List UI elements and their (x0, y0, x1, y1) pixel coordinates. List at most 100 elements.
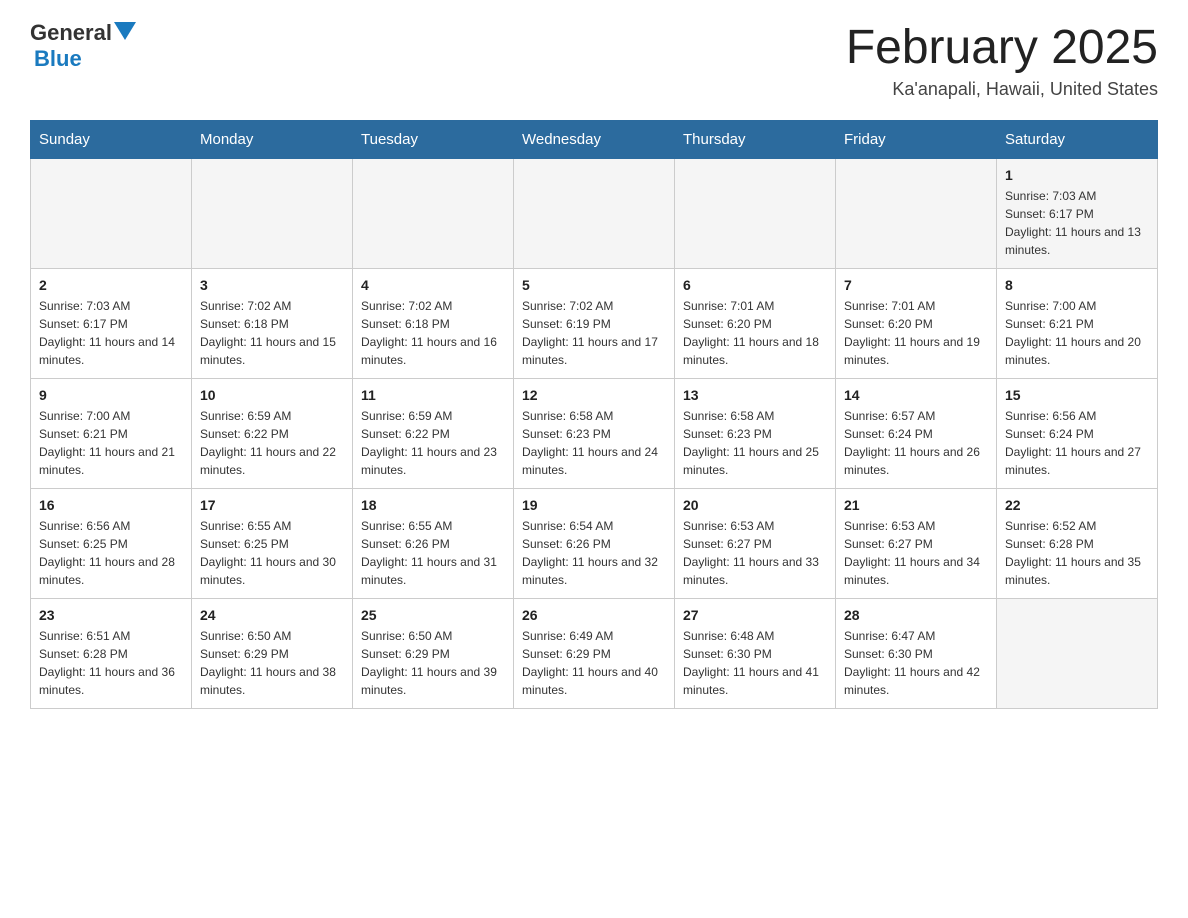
day-number: 27 (683, 607, 827, 623)
day-number: 18 (361, 497, 505, 513)
calendar-cell: 20 Sunrise: 6:53 AMSunset: 6:27 PMDayligh… (675, 489, 836, 599)
day-number: 22 (1005, 497, 1149, 513)
day-number: 23 (39, 607, 183, 623)
calendar-cell: 17 Sunrise: 6:55 AMSunset: 6:25 PMDayligh… (192, 489, 353, 599)
calendar-week-row: 9 Sunrise: 7:00 AMSunset: 6:21 PMDaylight… (31, 379, 1158, 489)
calendar-cell: 19 Sunrise: 6:54 AMSunset: 6:26 PMDayligh… (514, 489, 675, 599)
calendar-week-row: 23 Sunrise: 6:51 AMSunset: 6:28 PMDayligh… (31, 599, 1158, 709)
day-number: 9 (39, 387, 183, 403)
calendar-cell: 10 Sunrise: 6:59 AMSunset: 6:22 PMDayligh… (192, 379, 353, 489)
location-subtitle: Ka'anapali, Hawaii, United States (846, 79, 1158, 100)
day-info: Sunrise: 6:54 AMSunset: 6:26 PMDaylight:… (522, 517, 666, 589)
calendar-day-header: Saturday (997, 121, 1158, 159)
day-info: Sunrise: 6:58 AMSunset: 6:23 PMDaylight:… (522, 407, 666, 479)
day-number: 13 (683, 387, 827, 403)
day-info: Sunrise: 6:51 AMSunset: 6:28 PMDaylight:… (39, 627, 183, 699)
calendar-cell: 25Sunrise: 6:50 AMSunset: 6:29 PMDayligh… (353, 599, 514, 709)
calendar-day-header: Tuesday (353, 121, 514, 159)
day-info: Sunrise: 6:58 AMSunset: 6:23 PMDaylight:… (683, 407, 827, 479)
day-number: 7 (844, 277, 988, 293)
day-number: 21 (844, 497, 988, 513)
day-info: Sunrise: 6:55 AMSunset: 6:25 PMDaylight:… (200, 517, 344, 589)
title-block: February 2025 Ka'anapali, Hawaii, United… (846, 20, 1158, 100)
day-info: Sunrise: 6:48 AMSunset: 6:30 PMDaylight:… (683, 627, 827, 699)
calendar-day-header: Sunday (31, 121, 192, 159)
day-number: 3 (200, 277, 344, 293)
day-info: Sunrise: 6:49 AMSunset: 6:29 PMDaylight:… (522, 627, 666, 699)
calendar-cell: 8Sunrise: 7:00 AMSunset: 6:21 PMDaylight… (997, 269, 1158, 379)
calendar-cell: 13 Sunrise: 6:58 AMSunset: 6:23 PMDayligh… (675, 379, 836, 489)
day-number: 1 (1005, 167, 1149, 183)
calendar-week-row: 1Sunrise: 7:03 AMSunset: 6:17 PMDaylight… (31, 159, 1158, 269)
day-number: 14 (844, 387, 988, 403)
calendar-cell: 14 Sunrise: 6:57 AMSunset: 6:24 PMDayligh… (836, 379, 997, 489)
day-number: 25 (361, 607, 505, 623)
day-info: Sunrise: 7:01 AMSunset: 6:20 PMDaylight:… (844, 297, 988, 369)
calendar-cell: 11Sunrise: 6:59 AMSunset: 6:22 PMDayligh… (353, 379, 514, 489)
logo-general-text: General (30, 20, 112, 46)
day-number: 10 (200, 387, 344, 403)
calendar-header-row: SundayMondayTuesdayWednesdayThursdayFrid… (31, 121, 1158, 159)
day-number: 15 (1005, 387, 1149, 403)
day-number: 11 (361, 387, 505, 403)
day-number: 2 (39, 277, 183, 293)
day-number: 6 (683, 277, 827, 293)
day-info: Sunrise: 6:50 AMSunset: 6:29 PMDaylight:… (200, 627, 344, 699)
day-info: Sunrise: 7:01 AMSunset: 6:20 PMDaylight:… (683, 297, 827, 369)
month-title: February 2025 (846, 20, 1158, 75)
calendar-cell: 22 Sunrise: 6:52 AMSunset: 6:28 PMDayligh… (997, 489, 1158, 599)
day-number: 28 (844, 607, 988, 623)
calendar-cell: 1Sunrise: 7:03 AMSunset: 6:17 PMDaylight… (997, 159, 1158, 269)
day-info: Sunrise: 7:02 AMSunset: 6:18 PMDaylight:… (361, 297, 505, 369)
calendar-table: SundayMondayTuesdayWednesdayThursdayFrid… (30, 120, 1158, 709)
day-info: Sunrise: 7:03 AMSunset: 6:17 PMDaylight:… (39, 297, 183, 369)
calendar-cell: 18 Sunrise: 6:55 AMSunset: 6:26 PMDayligh… (353, 489, 514, 599)
calendar-day-header: Wednesday (514, 121, 675, 159)
calendar-cell (31, 159, 192, 269)
day-number: 16 (39, 497, 183, 513)
day-number: 12 (522, 387, 666, 403)
day-number: 26 (522, 607, 666, 623)
calendar-cell: 5Sunrise: 7:02 AMSunset: 6:19 PMDaylight… (514, 269, 675, 379)
calendar-day-header: Thursday (675, 121, 836, 159)
calendar-cell (192, 159, 353, 269)
calendar-cell: 2 Sunrise: 7:03 AMSunset: 6:17 PMDaylight… (31, 269, 192, 379)
calendar-cell: 3 Sunrise: 7:02 AMSunset: 6:18 PMDaylight… (192, 269, 353, 379)
day-number: 4 (361, 277, 505, 293)
calendar-cell: 16 Sunrise: 6:56 AMSunset: 6:25 PMDayligh… (31, 489, 192, 599)
day-info: Sunrise: 6:59 AMSunset: 6:22 PMDaylight:… (200, 407, 344, 479)
calendar-cell (353, 159, 514, 269)
day-info: Sunrise: 6:53 AMSunset: 6:27 PMDaylight:… (683, 517, 827, 589)
calendar-cell (675, 159, 836, 269)
day-info: Sunrise: 6:56 AMSunset: 6:24 PMDaylight:… (1005, 407, 1149, 479)
calendar-cell (836, 159, 997, 269)
calendar-cell: 26 Sunrise: 6:49 AMSunset: 6:29 PMDayligh… (514, 599, 675, 709)
day-info: Sunrise: 6:52 AMSunset: 6:28 PMDaylight:… (1005, 517, 1149, 589)
day-number: 5 (522, 277, 666, 293)
calendar-cell: 27 Sunrise: 6:48 AMSunset: 6:30 PMDayligh… (675, 599, 836, 709)
day-info: Sunrise: 7:00 AMSunset: 6:21 PMDaylight:… (39, 407, 183, 479)
calendar-day-header: Friday (836, 121, 997, 159)
day-number: 20 (683, 497, 827, 513)
calendar-cell: 9 Sunrise: 7:00 AMSunset: 6:21 PMDaylight… (31, 379, 192, 489)
calendar-cell: 6 Sunrise: 7:01 AMSunset: 6:20 PMDaylight… (675, 269, 836, 379)
calendar-cell (514, 159, 675, 269)
calendar-cell: 21Sunrise: 6:53 AMSunset: 6:27 PMDayligh… (836, 489, 997, 599)
day-info: Sunrise: 6:47 AMSunset: 6:30 PMDaylight:… (844, 627, 988, 699)
calendar-cell: 4 Sunrise: 7:02 AMSunset: 6:18 PMDaylight… (353, 269, 514, 379)
calendar-cell (997, 599, 1158, 709)
page-header: General Blue February 2025 Ka'anapali, H… (30, 20, 1158, 100)
logo: General Blue (30, 20, 136, 72)
day-number: 19 (522, 497, 666, 513)
day-info: Sunrise: 6:57 AMSunset: 6:24 PMDaylight:… (844, 407, 988, 479)
calendar-cell: 23 Sunrise: 6:51 AMSunset: 6:28 PMDayligh… (31, 599, 192, 709)
day-number: 8 (1005, 277, 1149, 293)
day-info: Sunrise: 6:55 AMSunset: 6:26 PMDaylight:… (361, 517, 505, 589)
day-info: Sunrise: 6:56 AMSunset: 6:25 PMDaylight:… (39, 517, 183, 589)
calendar-cell: 28 Sunrise: 6:47 AMSunset: 6:30 PMDayligh… (836, 599, 997, 709)
day-number: 24 (200, 607, 344, 623)
calendar-cell: 7 Sunrise: 7:01 AMSunset: 6:20 PMDaylight… (836, 269, 997, 379)
calendar-cell: 12 Sunrise: 6:58 AMSunset: 6:23 PMDayligh… (514, 379, 675, 489)
day-number: 17 (200, 497, 344, 513)
day-info: Sunrise: 7:02 AMSunset: 6:18 PMDaylight:… (200, 297, 344, 369)
